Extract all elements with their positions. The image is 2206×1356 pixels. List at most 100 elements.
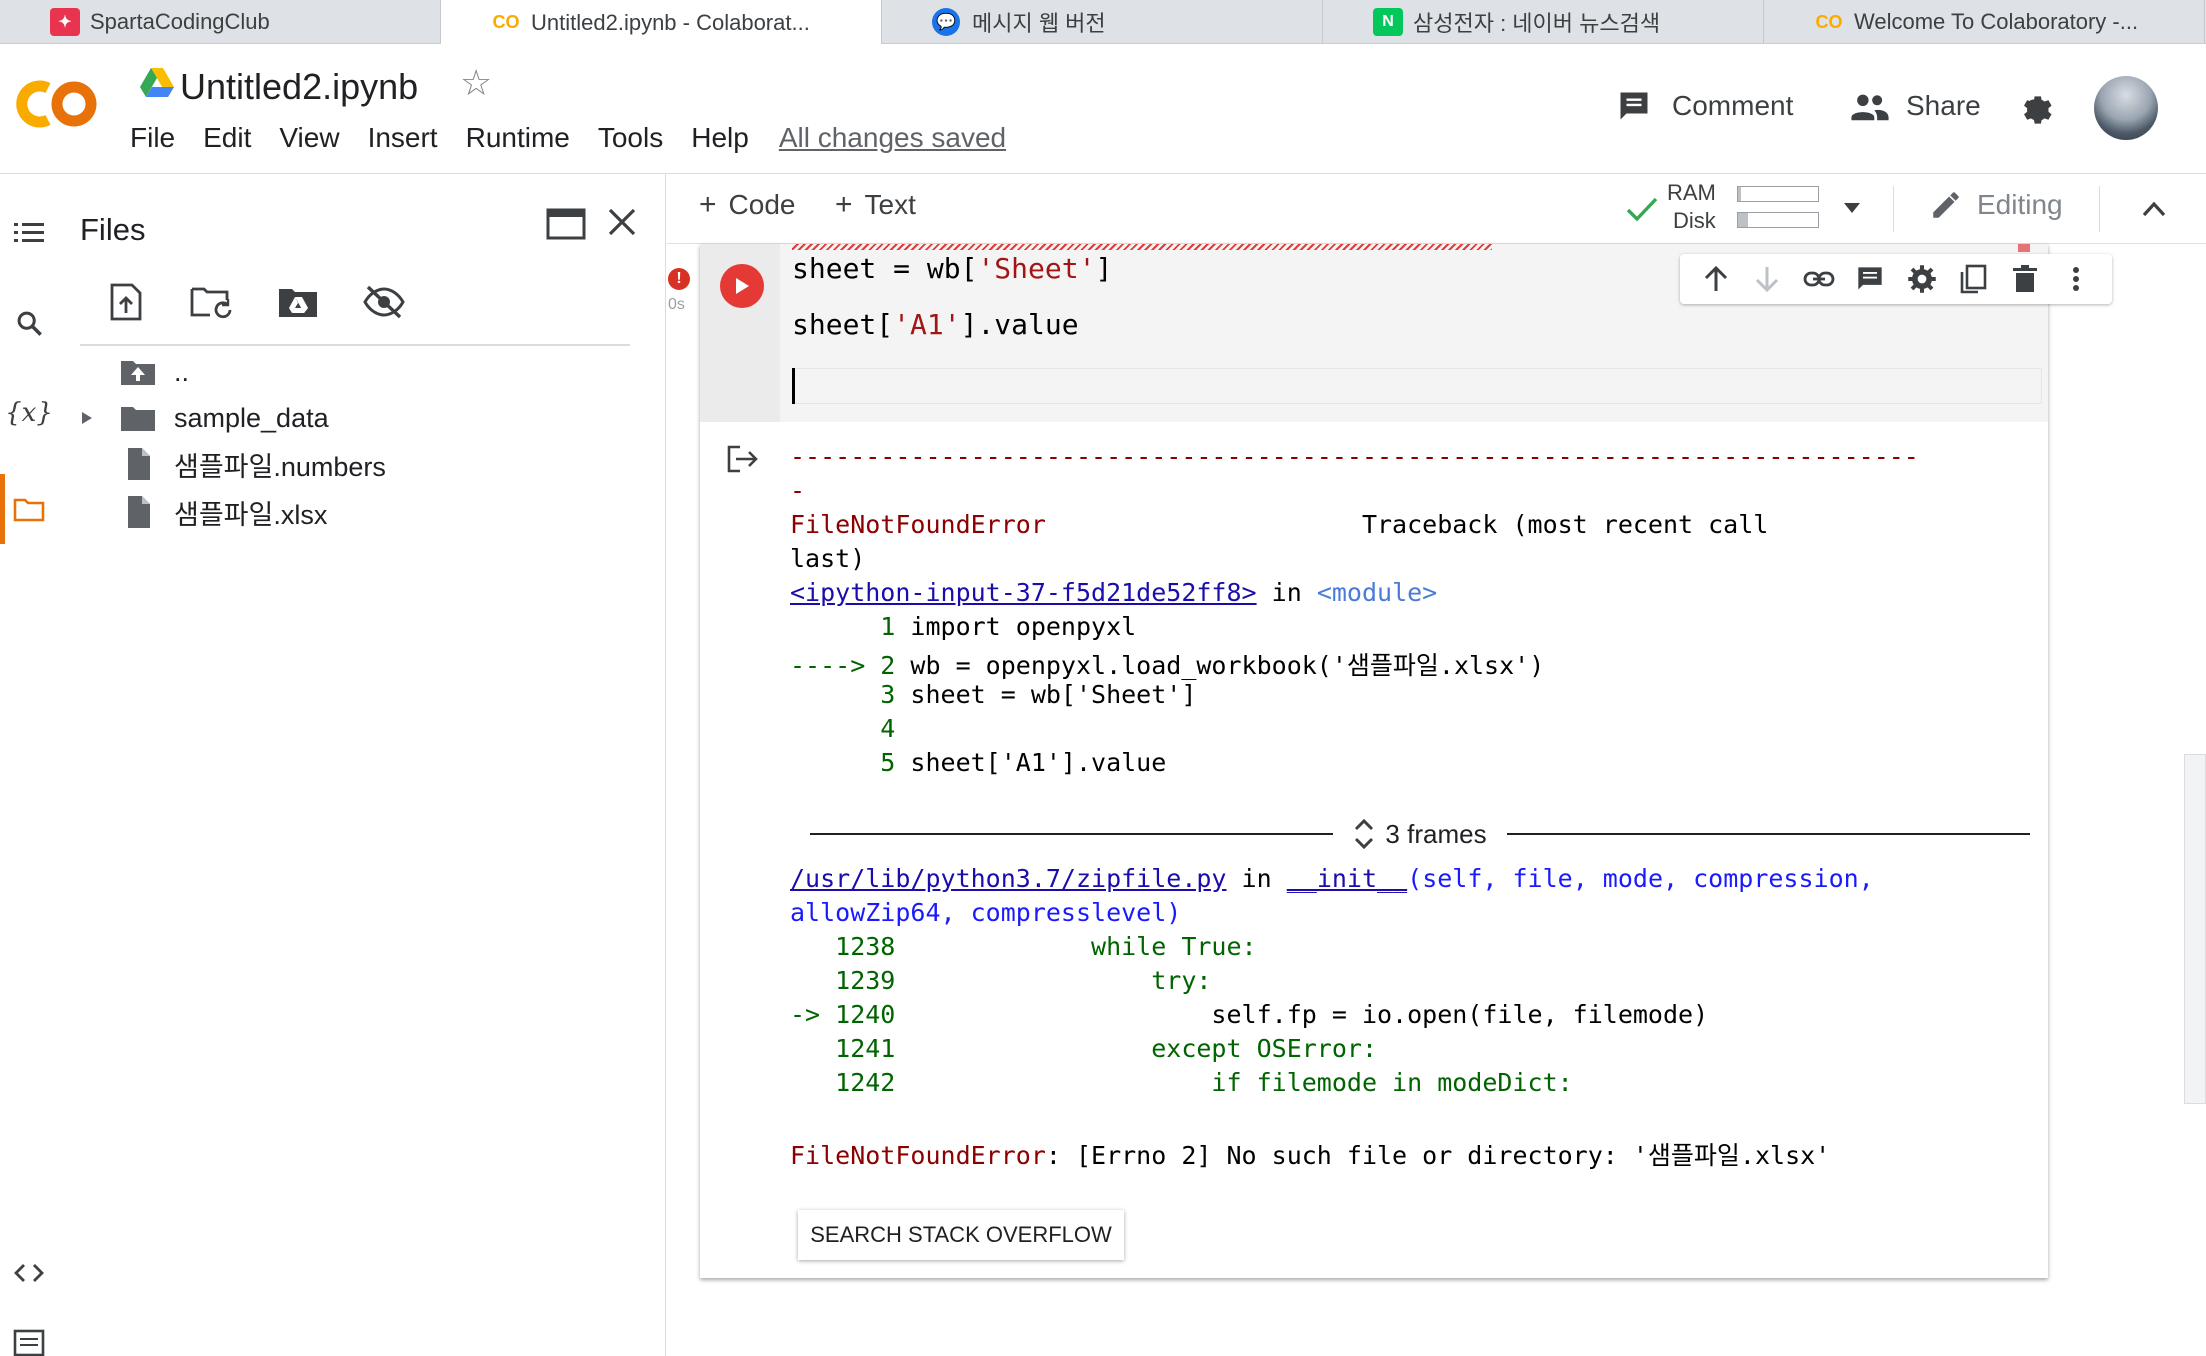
ipython-input-link[interactable]: <ipython-input-37-f5d21de52ff8> (790, 578, 1257, 607)
user-avatar[interactable] (2094, 76, 2158, 140)
tree-item-label: 샘플파일.xlsx (174, 499, 328, 530)
colab-icon: CO (492, 11, 520, 32)
expand-arrow-icon[interactable] (80, 410, 94, 426)
google-drive-icon[interactable] (140, 68, 174, 98)
menu-view[interactable]: View (279, 122, 339, 154)
traceback-header: FileNotFoundError Traceback (most recent… (790, 510, 1769, 539)
toolbar-divider (1893, 186, 1894, 232)
refresh-folder-icon[interactable] (190, 280, 234, 324)
init-link[interactable]: __init__ (1287, 864, 1407, 893)
frame-line: 1241 except OSError: (790, 1034, 1377, 1063)
close-icon[interactable] (606, 206, 638, 238)
connected-check-icon (1626, 197, 1658, 222)
error-message: FileNotFoundError: [Errno 2] No such fil… (790, 1141, 1831, 1170)
frames-count: 3 frames (1385, 818, 1487, 849)
share-label: Share (1906, 90, 1981, 121)
frames-collapser[interactable]: 3 frames (810, 814, 2030, 854)
messages-icon: 💬 (932, 8, 960, 36)
menu-file[interactable]: File (130, 122, 175, 154)
move-down-icon[interactable] (1749, 261, 1785, 297)
folder-icon[interactable] (10, 490, 48, 528)
colab-logo[interactable] (14, 74, 104, 134)
traceback-header-tail: last) (790, 544, 866, 573)
browser-tab[interactable]: N 삼성전자 : 네이버 뉴스검색 (1323, 0, 1764, 44)
move-up-icon[interactable] (1698, 261, 1734, 297)
source-line: 3 sheet = wb['Sheet'] (790, 680, 1197, 709)
pencil-icon (1933, 192, 1959, 218)
ram-meter-fill (1738, 187, 1742, 201)
share-button[interactable]: Share (1850, 88, 1981, 124)
menu-help[interactable]: Help (691, 122, 749, 154)
toc-icon[interactable] (10, 214, 48, 252)
comment-icon[interactable] (1852, 261, 1888, 297)
mirror-cell-icon[interactable] (1955, 261, 1991, 297)
files-panel-title: Files (80, 212, 146, 247)
cell-settings-icon[interactable] (1904, 261, 1940, 297)
folder-up-icon (121, 361, 155, 385)
code-editor[interactable]: sheet = wb['Sheet'] sheet['A1'].value (780, 244, 2112, 422)
tree-item-label: 샘플파일.numbers (174, 451, 386, 482)
cell-gutter: ! 0s (668, 244, 780, 422)
more-vert-icon[interactable] (2058, 261, 2094, 297)
tree-item-file[interactable]: 샘플파일.xlsx (120, 490, 327, 534)
output-menu-icon[interactable] (726, 444, 760, 474)
search-icon[interactable] (10, 304, 48, 342)
variables-icon[interactable]: {x} (5, 394, 53, 432)
frames-label-group: 3 frames (1333, 817, 1506, 851)
error-squiggle (792, 244, 1492, 250)
browser-tab-title: 메시지 웹 버전 (972, 11, 1106, 36)
code-snippets-icon[interactable] (10, 1254, 48, 1292)
browser-tab[interactable]: ✦ SpartaCodingClub (0, 0, 441, 44)
traceback-rule: ----------------------------------------… (790, 442, 1919, 471)
file-icon (128, 496, 150, 528)
files-panel: Files .. sample_data 샘플파일.numbers 샘플파일.x… (58, 174, 666, 1356)
editing-mode-button[interactable]: Editing (1929, 188, 2063, 222)
disk-meter-fill (1738, 213, 1748, 227)
browser-tab-title: 삼성전자 : 네이버 뉴스검색 (1413, 11, 1661, 36)
run-cell-button[interactable] (720, 264, 764, 308)
menu-tools[interactable]: Tools (598, 122, 663, 154)
collapse-header-icon[interactable] (2141, 200, 2167, 218)
traceback-rule-tail: - (790, 476, 806, 505)
resource-monitor[interactable]: RAM Disk (667, 174, 1867, 244)
toolbar-divider (2099, 186, 2100, 232)
notebook-toolbar: + Code + Text RAM Disk Editing (667, 174, 2206, 244)
mount-drive-icon[interactable] (276, 280, 320, 324)
browser-tab[interactable]: 💬 메시지 웹 버전 (882, 0, 1323, 44)
unfold-icon (1355, 818, 1374, 850)
menu-edit[interactable]: Edit (203, 122, 251, 154)
vertical-scrollbar[interactable] (2184, 754, 2206, 1104)
new-window-icon[interactable] (546, 206, 586, 242)
browser-tab-active[interactable]: CO Untitled2.ipynb - Colaborat... (441, 0, 882, 45)
tree-item-parent[interactable]: .. (120, 350, 189, 394)
chevron-down-icon[interactable] (1843, 202, 1861, 214)
zipfile-link[interactable]: /usr/lib/python3.7/zipfile.py (790, 864, 1227, 893)
frame-location: /usr/lib/python3.7/zipfile.py in __init_… (790, 864, 1874, 893)
menu-insert[interactable]: Insert (368, 122, 438, 154)
comment-button[interactable]: Comment (1616, 88, 1793, 124)
menu-runtime[interactable]: Runtime (466, 122, 570, 154)
star-icon[interactable]: ☆ (460, 62, 492, 104)
terminal-icon[interactable] (10, 1324, 48, 1356)
comment-label: Comment (1672, 90, 1794, 121)
source-line: 4 (790, 714, 896, 743)
notebook-title[interactable]: Untitled2.ipynb (180, 66, 418, 108)
tree-item-folder[interactable]: sample_data (80, 396, 329, 440)
frames-rule (810, 833, 1334, 835)
browser-tab-strip: ✦ SpartaCodingClub CO Untitled2.ipynb - … (0, 0, 2206, 45)
file-icon (128, 448, 150, 480)
delete-icon[interactable] (2007, 261, 2043, 297)
save-status[interactable]: All changes saved (779, 122, 1006, 154)
play-icon (736, 278, 749, 294)
settings-gear-icon[interactable] (2018, 90, 2056, 128)
upload-file-icon[interactable] (104, 280, 148, 324)
link-icon[interactable] (1801, 261, 1837, 297)
browser-tab[interactable]: CO Welcome To Colaboratory -... (1764, 0, 2205, 44)
tree-item-file[interactable]: 샘플파일.numbers (120, 442, 386, 486)
search-stack-overflow-button[interactable]: SEARCH STACK OVERFLOW (798, 1210, 1124, 1260)
rail-active-indicator (0, 474, 5, 544)
frame-line: 1238 while True: (790, 932, 1257, 961)
hide-files-icon[interactable] (362, 280, 406, 324)
text-caret (792, 368, 795, 404)
ram-meter (1737, 186, 1819, 202)
